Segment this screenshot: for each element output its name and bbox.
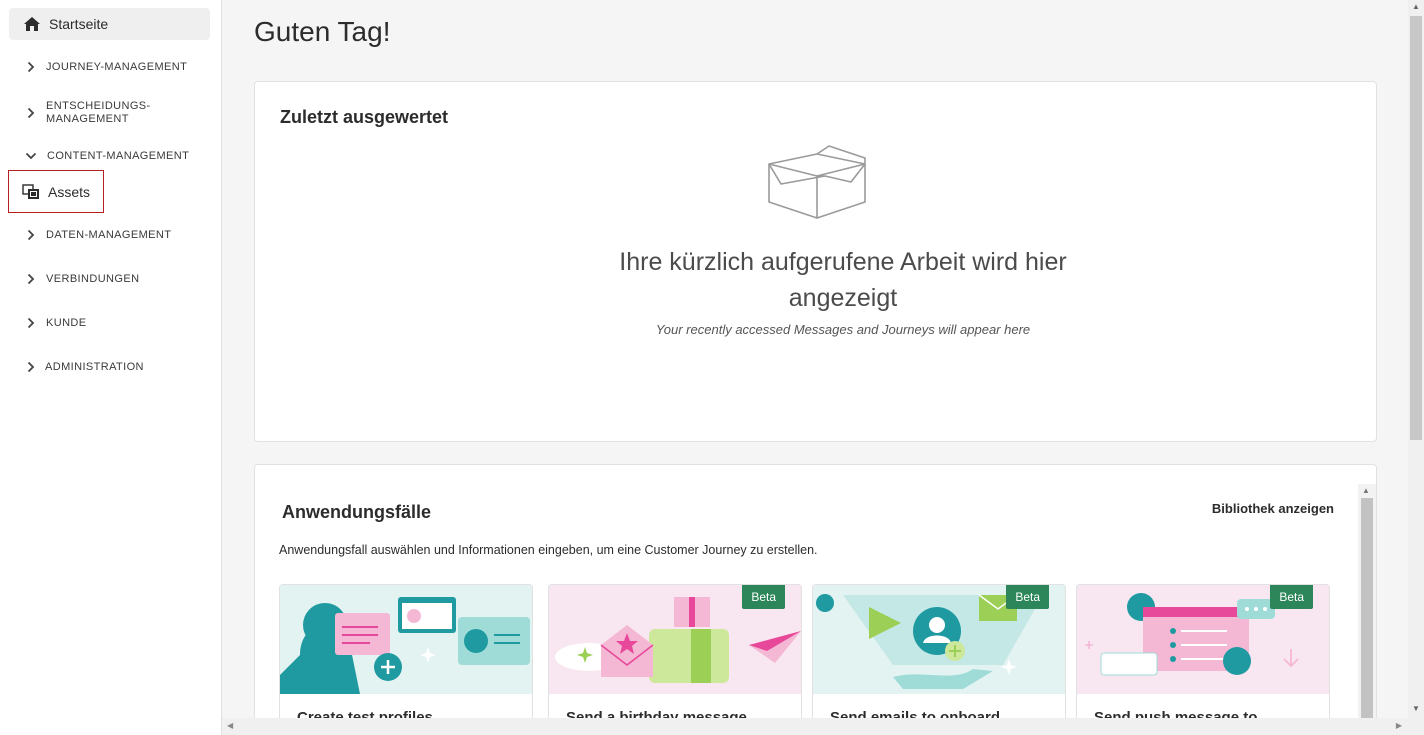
- scrollbar-thumb[interactable]: [1361, 498, 1373, 735]
- scroll-up-arrow-icon[interactable]: ▲: [1412, 2, 1420, 11]
- sidebar-item-customer[interactable]: KUNDE: [0, 316, 222, 330]
- chevron-right-icon: [24, 272, 38, 286]
- beta-badge: Beta: [1270, 585, 1313, 609]
- empty-state-title-line1: Ihre kürzlich aufgerufene Arbeit wird hi…: [619, 248, 1067, 276]
- scroll-up-arrow-icon[interactable]: ▲: [1362, 486, 1370, 495]
- scroll-right-arrow-icon[interactable]: ▶: [1396, 721, 1402, 730]
- sidebar-item-label: ADMINISTRATION: [45, 360, 144, 373]
- sidebar-item-connections[interactable]: VERBINDUNGEN: [0, 272, 222, 286]
- beta-badge: Beta: [1006, 585, 1049, 609]
- sidebar-item-label: ENTSCHEIDUNGS- MANAGEMENT: [46, 100, 151, 125]
- recent-work-card: Zuletzt ausgewertet Ihre kürzlich aufger…: [254, 81, 1377, 442]
- chevron-down-icon: [24, 149, 38, 163]
- sidebar-item-home-label: Startseite: [49, 16, 109, 32]
- chevron-right-icon: [24, 316, 38, 330]
- use-case-card[interactable]: Beta Send emails to onboard: [812, 584, 1066, 734]
- use-case-card[interactable]: Beta Send push message to: [1076, 584, 1330, 734]
- empty-state-title-line2: angezeigt: [788, 284, 898, 312]
- recent-work-title: Zuletzt ausgewertet: [280, 107, 449, 127]
- page-vertical-scrollbar[interactable]: ▲ ▼: [1408, 0, 1424, 735]
- sidebar-item-data-management[interactable]: DATEN-MANAGEMENT: [0, 228, 222, 242]
- sidebar-item-administration[interactable]: ADMINISTRATION: [0, 360, 222, 374]
- page-title: Guten Tag!: [254, 16, 391, 47]
- sidebar-item-label: DATEN-MANAGEMENT: [46, 228, 172, 241]
- use-cases-scrollbar[interactable]: ▲: [1358, 484, 1376, 735]
- empty-state-title: Ihre kürzlich aufgerufene Arbeit wird hi…: [255, 244, 1378, 316]
- chevron-right-icon: [24, 106, 38, 120]
- sidebar-item-assets-label: Assets: [48, 183, 91, 200]
- beta-badge: Beta: [742, 585, 785, 609]
- sidebar-item-journey-management[interactable]: JOURNEY-MANAGEMENT: [0, 60, 222, 74]
- sidebar-item-label: CONTENT-MANAGEMENT: [47, 149, 190, 162]
- sidebar-item-label: VERBINDUNGEN: [46, 272, 140, 285]
- sidebar-item-label: KUNDE: [46, 316, 87, 329]
- use-cases-card: Anwendungsfälle Bibliothek anzeigen Anwe…: [254, 464, 1377, 735]
- sidebar-item-assets[interactable]: Assets: [8, 170, 104, 213]
- use-case-illustration: [280, 585, 532, 694]
- sidebar-item-content-management[interactable]: CONTENT-MANAGEMENT: [0, 149, 222, 163]
- empty-state-subtitle: Your recently accessed Messages and Jour…: [655, 322, 1031, 337]
- use-case-card[interactable]: Create test profiles: [279, 584, 533, 734]
- use-cases-title: Anwendungsfälle: [282, 502, 432, 522]
- page-horizontal-scrollbar[interactable]: ◀ ▶: [222, 718, 1408, 735]
- sidebar-item-decision-management[interactable]: ENTSCHEIDUNGS- MANAGEMENT: [0, 100, 222, 126]
- sidebar: Startseite JOURNEY-MANAGEMENT ENTSCHEIDU…: [0, 0, 222, 735]
- use-case-card[interactable]: Beta Send a birthday message: [548, 584, 802, 734]
- sidebar-item-label: JOURNEY-MANAGEMENT: [46, 60, 188, 73]
- chevron-right-icon: [24, 60, 38, 74]
- sidebar-item-home[interactable]: Startseite: [9, 8, 210, 40]
- chevron-right-icon: [24, 228, 38, 242]
- chevron-right-icon: [24, 360, 38, 374]
- view-library-link[interactable]: Bibliothek anzeigen: [1212, 501, 1334, 516]
- empty-box-icon: [768, 145, 866, 219]
- scroll-down-arrow-icon[interactable]: ▼: [1412, 704, 1420, 713]
- use-cases-description: Anwendungsfall auswählen und Information…: [279, 543, 818, 557]
- home-icon: [24, 17, 40, 31]
- assets-icon: [22, 183, 39, 199]
- scroll-left-arrow-icon[interactable]: ◀: [227, 721, 233, 730]
- scrollbar-thumb[interactable]: [1410, 16, 1422, 440]
